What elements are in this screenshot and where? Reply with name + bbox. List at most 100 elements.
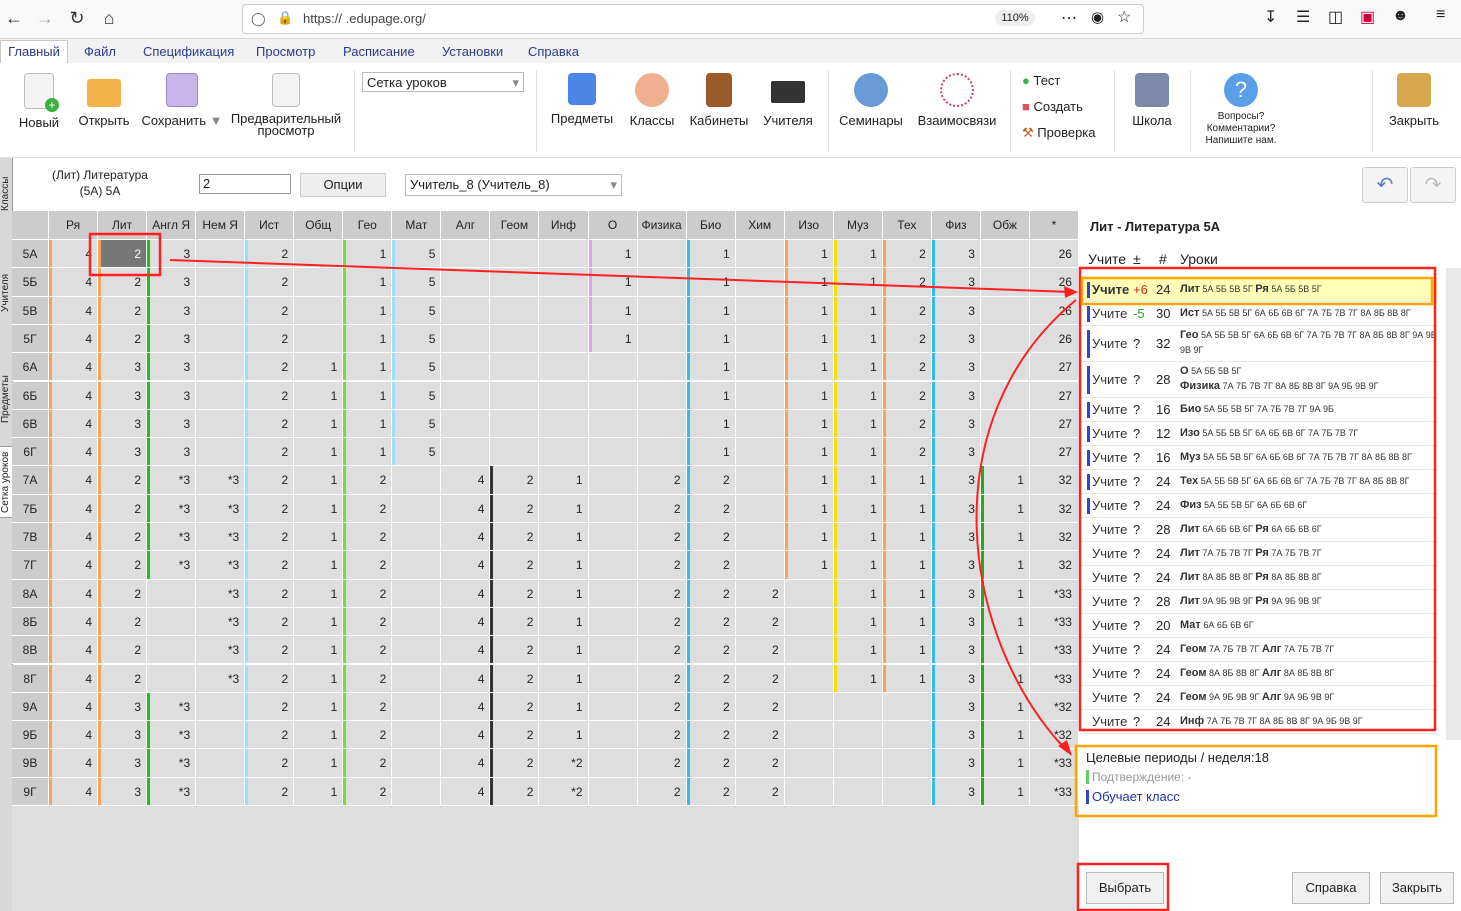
grid-cell[interactable]	[588, 353, 638, 382]
grid-cell[interactable]	[441, 381, 491, 410]
grid-cell[interactable]: 2	[245, 721, 295, 750]
grid-cell[interactable]: 2	[686, 523, 736, 552]
grid-cell[interactable]: 2	[98, 268, 148, 297]
grid-cell[interactable]	[735, 268, 785, 297]
grid-cell[interactable]: 2	[490, 494, 540, 523]
grid-cell[interactable]: 1	[980, 466, 1030, 495]
grid-cell[interactable]: 2	[882, 296, 932, 325]
grid-cell[interactable]: 1	[833, 636, 883, 665]
grid-cell[interactable]	[588, 721, 638, 750]
column-header[interactable]: Физика	[637, 211, 687, 240]
grid-cell[interactable]	[539, 353, 589, 382]
grid-cell[interactable]: 3	[147, 268, 197, 297]
grid-cell[interactable]: 1	[980, 607, 1030, 637]
grid-cell[interactable]: 3	[147, 353, 197, 382]
grid-cell[interactable]	[392, 523, 442, 552]
grid-cell[interactable]	[392, 579, 442, 608]
grid-cell[interactable]: 1	[539, 636, 589, 665]
menu-view[interactable]: Просмотр	[256, 44, 315, 59]
grid-cell[interactable]: 1	[833, 466, 883, 495]
grid-cell[interactable]: 1	[588, 240, 638, 269]
grid-cell[interactable]: *2	[539, 777, 589, 806]
back-icon[interactable]: ←	[3, 7, 25, 29]
column-header[interactable]: Англ Я	[147, 211, 197, 240]
grid-cell[interactable]	[882, 721, 932, 750]
forward-icon[interactable]: →	[34, 7, 56, 29]
grid-cell[interactable]	[490, 353, 540, 382]
grid-cell[interactable]	[392, 721, 442, 750]
grid-cell[interactable]: *3	[147, 777, 197, 806]
grid-cell[interactable]: 1	[686, 353, 736, 382]
grid-cell[interactable]: 1	[980, 664, 1030, 693]
grid-cell[interactable]: 2	[637, 523, 687, 552]
url-bar[interactable]: ◯ 🔒 https:// .edupage.org/ 110% ⋯ ◉ ☆	[242, 4, 1144, 34]
options-button[interactable]: Опции	[300, 173, 386, 197]
redo-button[interactable]: ↷	[1410, 167, 1456, 203]
grid-cell[interactable]: 2	[245, 777, 295, 806]
grid-cell[interactable]: 3	[931, 240, 981, 269]
grid-cell[interactable]: 1	[539, 551, 589, 580]
grid-cell[interactable]: 3	[98, 353, 148, 382]
teacher-row[interactable]: Учите? 28 О 5А 5Б 5В 5Г Физика 7А 7Б 7В 7Г…	[1080, 362, 1437, 398]
column-header[interactable]: Алг	[441, 211, 491, 240]
column-header[interactable]: Ря	[49, 211, 99, 240]
grid-cell[interactable]: 1	[833, 438, 883, 467]
grid-cell[interactable]: 2	[735, 692, 785, 722]
grid-cell[interactable]: 1	[539, 523, 589, 552]
grid-cell[interactable]	[588, 579, 638, 608]
column-header[interactable]: Био	[686, 211, 736, 240]
grid-cell[interactable]	[735, 324, 785, 354]
grid-cell[interactable]: 2	[245, 551, 295, 580]
grid-cell[interactable]: 3	[931, 777, 981, 806]
grid-cell[interactable]: 2	[686, 721, 736, 750]
grid-cell[interactable]: 3	[931, 721, 981, 750]
grid-cell[interactable]: 1	[784, 438, 834, 467]
grid-cell[interactable]: 3	[931, 523, 981, 552]
grid-cell[interactable]: 2	[637, 466, 687, 495]
teachers-button[interactable]: Учителя	[760, 73, 816, 128]
grid-cell[interactable]	[735, 409, 785, 439]
grid-cell[interactable]: 1	[539, 494, 589, 523]
grid-cell[interactable]: 5	[392, 353, 442, 382]
grid-cell[interactable]	[588, 636, 638, 665]
seminars-button[interactable]: Семинары	[836, 73, 906, 128]
grid-cell[interactable]	[588, 607, 638, 637]
grid-cell[interactable]: 1	[833, 324, 883, 354]
grid-cell[interactable]: 2	[490, 579, 540, 608]
grid-cell[interactable]: 3	[931, 409, 981, 439]
grid-cell[interactable]	[441, 268, 491, 297]
grid-cell[interactable]: 1	[980, 551, 1030, 580]
column-header[interactable]: Физ	[931, 211, 981, 240]
grid-cell[interactable]	[294, 296, 344, 325]
teacher-row[interactable]: Учите -5 30 Ист 5А 5Б 5В 5Г 6А 6Б 6В 6Г 7А …	[1080, 302, 1437, 326]
grid-cell[interactable]	[882, 692, 932, 722]
column-header[interactable]: Лит	[98, 211, 148, 240]
grid-cell[interactable]: 1	[294, 353, 344, 382]
grid-cell[interactable]: 2	[686, 607, 736, 637]
grid-cell[interactable]: 2	[98, 607, 148, 637]
grid-cell[interactable]: 2	[882, 268, 932, 297]
grid-cell[interactable]: 1	[980, 692, 1030, 722]
row-header[interactable]: 7Г	[12, 551, 49, 580]
row-header[interactable]: 9В	[12, 749, 49, 778]
grid-cell[interactable]	[784, 692, 834, 722]
col-count[interactable]: #	[1159, 251, 1167, 267]
grid-cell[interactable]: *3	[196, 523, 246, 552]
grid-cell[interactable]: 3	[931, 551, 981, 580]
row-header[interactable]: 7Б	[12, 494, 49, 523]
grid-cell[interactable]: 3	[931, 692, 981, 722]
grid-cell[interactable]: 1	[539, 721, 589, 750]
grid-cell[interactable]	[196, 381, 246, 410]
grid-cell[interactable]: 3	[931, 353, 981, 382]
grid-cell[interactable]: 4	[49, 438, 99, 467]
column-header[interactable]: Муз	[833, 211, 883, 240]
grid-cell[interactable]	[980, 268, 1030, 297]
grid-cell[interactable]: *3	[196, 579, 246, 608]
grid-cell[interactable]: 2	[637, 579, 687, 608]
grid-cell[interactable]: 2	[245, 438, 295, 467]
teacher-row[interactable]: Учите? 20 Мат 6А 6Б 6В 6Г	[1080, 614, 1437, 638]
grid-cell[interactable]: 2	[245, 664, 295, 693]
grid-cell[interactable]: 1	[539, 579, 589, 608]
grid-cell[interactable]	[735, 353, 785, 382]
grid-cell[interactable]: 1	[882, 579, 932, 608]
